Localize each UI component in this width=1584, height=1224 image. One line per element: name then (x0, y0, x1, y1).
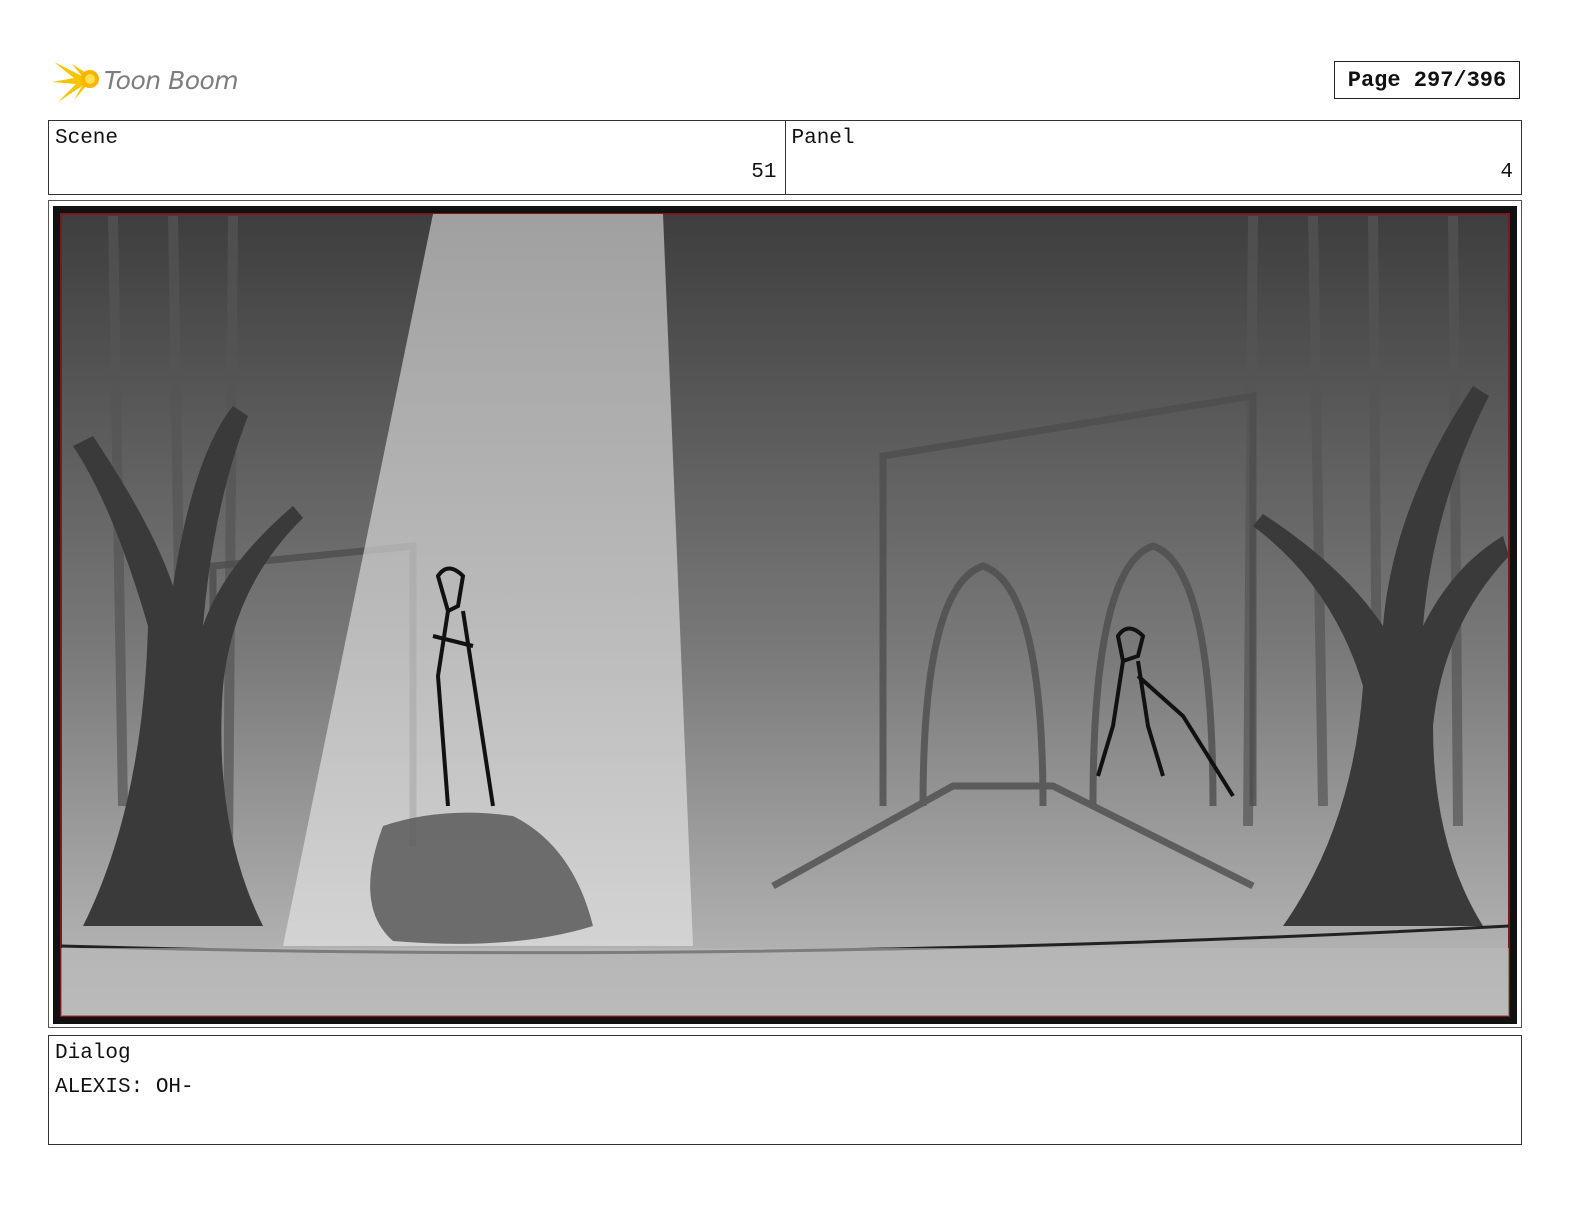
dialog-label: Dialog (55, 1042, 131, 1065)
brand-name: Toon Boom (104, 66, 239, 95)
storyboard-panel-frame (48, 200, 1522, 1028)
scene-number: 51 (751, 161, 777, 184)
starburst-icon (52, 62, 100, 102)
dialog-box: Dialog ALEXIS: OH- (48, 1035, 1522, 1145)
scene-cell: Scene 51 (49, 121, 785, 194)
page-number: Page 297/396 (1334, 61, 1520, 99)
dialog-text: ALEXIS: OH- (55, 1076, 194, 1099)
panel-label: Panel (791, 127, 855, 150)
panel-cell: Panel 4 (784, 121, 1522, 194)
scene-panel-header: Scene 51 Panel 4 (48, 120, 1522, 195)
toon-boom-logo: Toon Boom (52, 56, 252, 106)
storyboard-sketch (53, 206, 1517, 1024)
scene-label: Scene (55, 127, 119, 150)
panel-number: 4 (1500, 161, 1513, 184)
